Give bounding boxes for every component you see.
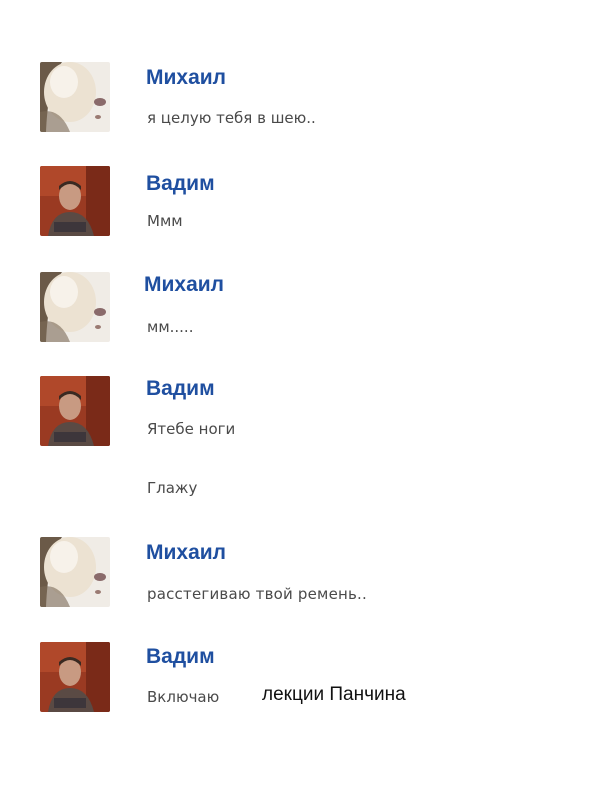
message-text: Ятебе ноги [147,420,236,438]
sender-avatar-vadim[interactable] [40,166,110,236]
sender-avatar-mikhail[interactable] [40,272,110,342]
sender-name[interactable]: Михаил [146,541,226,565]
sender-name[interactable]: Вадим [146,172,215,196]
message-text: Ммм [147,212,183,230]
sender-avatar-mikhail[interactable] [40,537,110,607]
message-text: мм..... [147,318,194,336]
sender-name[interactable]: Михаил [146,66,226,90]
overlay-caption: лекции Панчина [262,684,406,705]
message-text: Глажу [147,479,198,497]
message-text: я целую тебя в шею.. [147,109,316,127]
sender-avatar-vadim[interactable] [40,642,110,712]
blonde-avatar-icon [40,272,110,342]
blonde-avatar-icon [40,537,110,607]
sender-name[interactable]: Вадим [146,645,215,669]
male-avatar-icon [40,166,110,236]
blonde-avatar-icon [40,62,110,132]
male-avatar-icon [40,642,110,712]
sender-avatar-vadim[interactable] [40,376,110,446]
message-text: Включаю [147,688,220,706]
message-text: расстегиваю твой ремень.. [147,585,367,603]
sender-name[interactable]: Михаил [144,273,224,297]
male-avatar-icon [40,376,110,446]
sender-avatar-mikhail[interactable] [40,62,110,132]
sender-name[interactable]: Вадим [146,377,215,401]
